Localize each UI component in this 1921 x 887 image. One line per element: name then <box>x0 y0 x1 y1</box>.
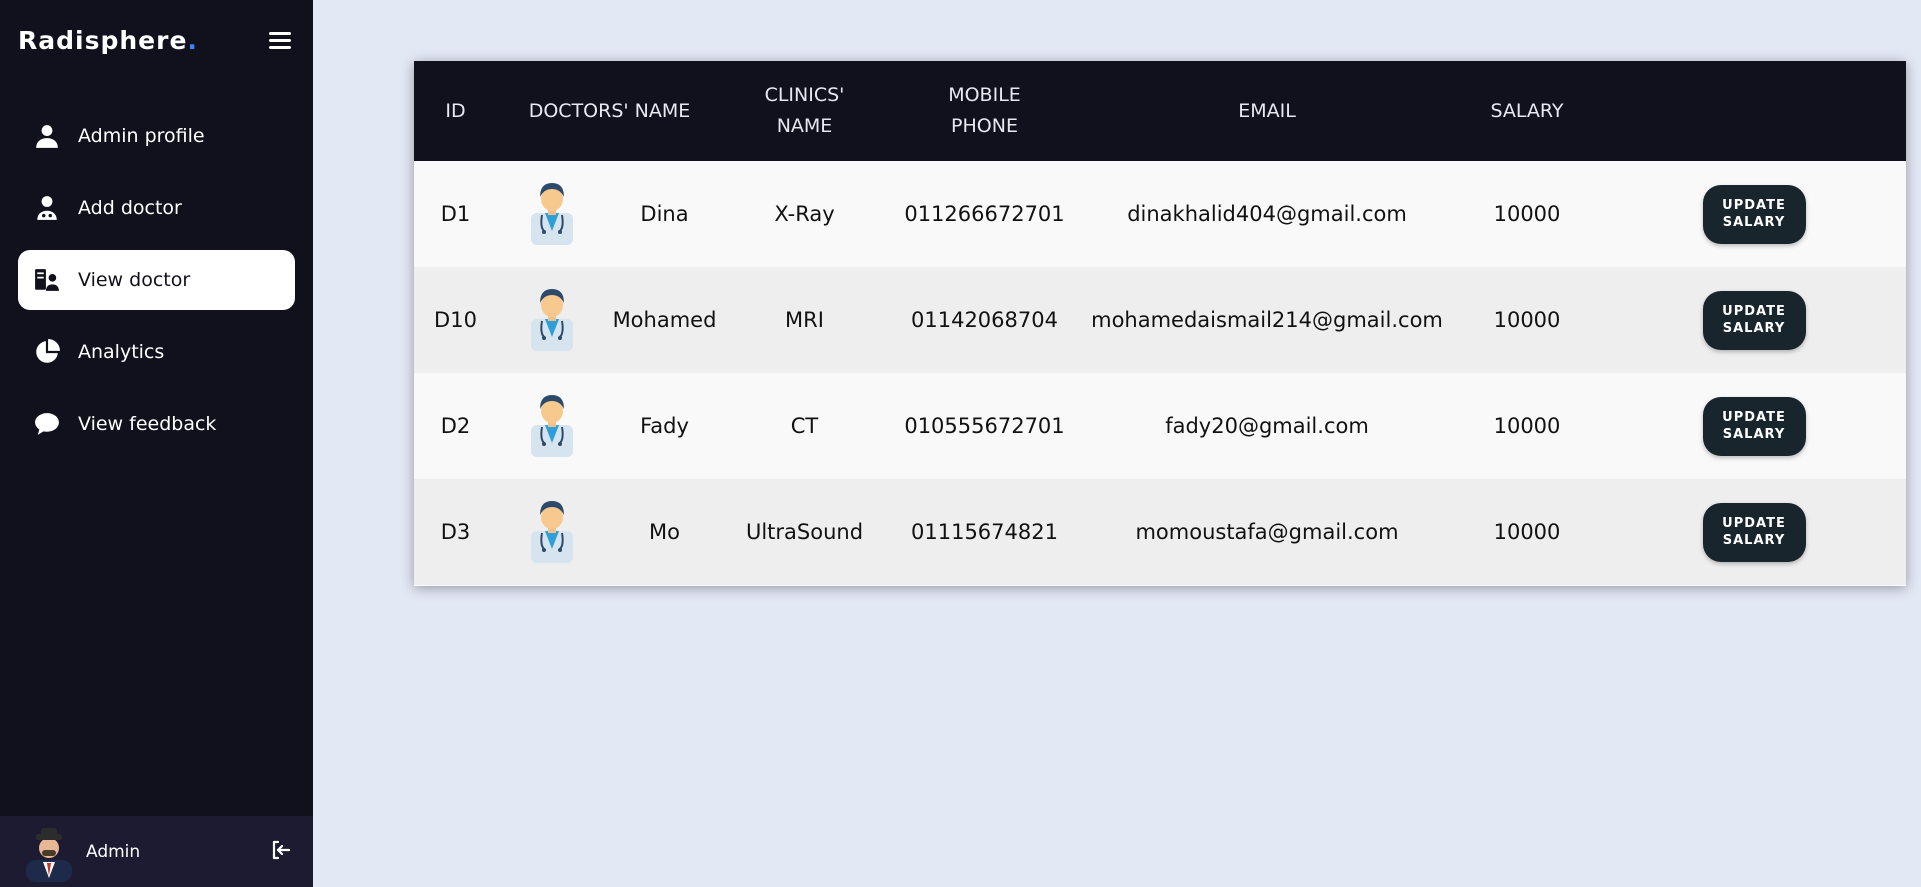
header-actions <box>1602 61 1906 161</box>
cell-clinic: X-Ray <box>774 202 835 226</box>
hamburger-menu-icon[interactable] <box>269 32 291 50</box>
cell-id: D10 <box>434 308 477 332</box>
cell-email: dinakhalid404@gmail.com <box>1127 202 1407 226</box>
update-salary-button[interactable]: UPDATE SALARY <box>1702 502 1806 562</box>
cell-doctor-name: Fady <box>640 414 689 438</box>
header-email: EMAIL <box>1238 99 1296 122</box>
cell-doctor-name: Dina <box>640 202 689 226</box>
header-clinic-name: CLINICS' NAME <box>764 84 845 137</box>
cell-salary: 10000 <box>1493 520 1561 544</box>
sidebar: Radisphere. Admin profile Add doctor Vie… <box>0 0 313 887</box>
cell-actions: UPDATE SALARY <box>1602 267 1906 373</box>
brand-dot: . <box>187 26 198 55</box>
chat-bubble-icon <box>32 409 62 439</box>
update-salary-button[interactable]: UPDATE SALARY <box>1702 184 1806 244</box>
user-icon <box>32 121 62 151</box>
cell-phone: 010555672701 <box>904 414 1065 438</box>
cell-actions: UPDATE SALARY <box>1602 161 1906 267</box>
table-row: D3 Mo UltraSound 01115674821 momoustafa@… <box>414 479 1906 585</box>
doctor-avatar-icon <box>497 161 607 267</box>
cell-salary: 10000 <box>1493 202 1561 226</box>
profile-bar: Admin <box>0 816 313 887</box>
doctor-add-icon <box>32 193 62 223</box>
cell-salary: 10000 <box>1493 308 1561 332</box>
cell-doctor-name: Mohamed <box>612 308 717 332</box>
cell-phone: 01115674821 <box>911 520 1058 544</box>
cell-phone: 01142068704 <box>911 308 1058 332</box>
header-mobile-phone: MOBILE PHONE <box>948 84 1021 137</box>
header-id: ID <box>445 99 466 122</box>
sidebar-item-add-doctor[interactable]: Add doctor <box>18 178 295 238</box>
cell-actions: UPDATE SALARY <box>1602 479 1906 585</box>
sidebar-item-analytics[interactable]: Analytics <box>18 322 295 382</box>
sidebar-nav: Admin profile Add doctor View doctor Ana… <box>18 106 295 466</box>
profile-name: Admin <box>86 842 141 862</box>
cell-email: momoustafa@gmail.com <box>1135 520 1399 544</box>
cell-salary: 10000 <box>1493 414 1561 438</box>
pie-chart-icon <box>32 337 62 367</box>
cell-clinic: MRI <box>785 308 824 332</box>
table-header-row: ID DOCTORS' NAME CLINICS' NAME MOBILE PH… <box>414 61 1906 161</box>
doctor-list-icon <box>32 265 62 295</box>
avatar[interactable] <box>26 828 72 882</box>
logout-icon[interactable] <box>269 838 293 862</box>
sidebar-item-admin-profile[interactable]: Admin profile <box>18 106 295 166</box>
table-row: D1 Dina X-Ray 011266672701 dinakhalid404… <box>414 161 1906 267</box>
doctors-table: ID DOCTORS' NAME CLINICS' NAME MOBILE PH… <box>414 61 1906 585</box>
doctor-avatar-icon <box>497 479 607 585</box>
sidebar-item-view-doctor[interactable]: View doctor <box>18 250 295 310</box>
cell-doctor-name: Mo <box>649 520 680 544</box>
brand-name: Radisphere <box>18 26 188 55</box>
doctor-avatar-icon <box>497 373 607 479</box>
cell-email: mohamedaismail214@gmail.com <box>1091 308 1443 332</box>
cell-id: D2 <box>440 414 471 438</box>
update-salary-button[interactable]: UPDATE SALARY <box>1702 396 1806 456</box>
sidebar-item-label: View doctor <box>78 269 191 291</box>
cell-id: D3 <box>440 520 471 544</box>
table-row: D2 Fady CT 010555672701 fady20@gmail.com… <box>414 373 1906 479</box>
cell-actions: UPDATE SALARY <box>1602 373 1906 479</box>
sidebar-item-label: Admin profile <box>78 125 205 147</box>
update-salary-button[interactable]: UPDATE SALARY <box>1702 290 1806 350</box>
cell-id: D1 <box>440 202 471 226</box>
cell-email: fady20@gmail.com <box>1165 414 1369 438</box>
sidebar-item-label: Analytics <box>78 341 165 363</box>
sidebar-item-view-feedback[interactable]: View feedback <box>18 394 295 454</box>
cell-phone: 011266672701 <box>904 202 1065 226</box>
header-doctor-name: DOCTORS' NAME <box>528 99 691 122</box>
cell-clinic: UltraSound <box>745 520 864 544</box>
brand-logo[interactable]: Radisphere. <box>18 26 198 55</box>
doctor-avatar-icon <box>497 267 607 373</box>
table-row: D10 Mohamed MRI 01142068704 mohamedaisma… <box>414 267 1906 373</box>
sidebar-item-label: Add doctor <box>78 197 182 219</box>
doctors-table-card: ID DOCTORS' NAME CLINICS' NAME MOBILE PH… <box>414 61 1906 586</box>
sidebar-item-label: View feedback <box>78 413 217 435</box>
cell-clinic: CT <box>790 414 819 438</box>
header-salary: SALARY <box>1490 99 1564 122</box>
